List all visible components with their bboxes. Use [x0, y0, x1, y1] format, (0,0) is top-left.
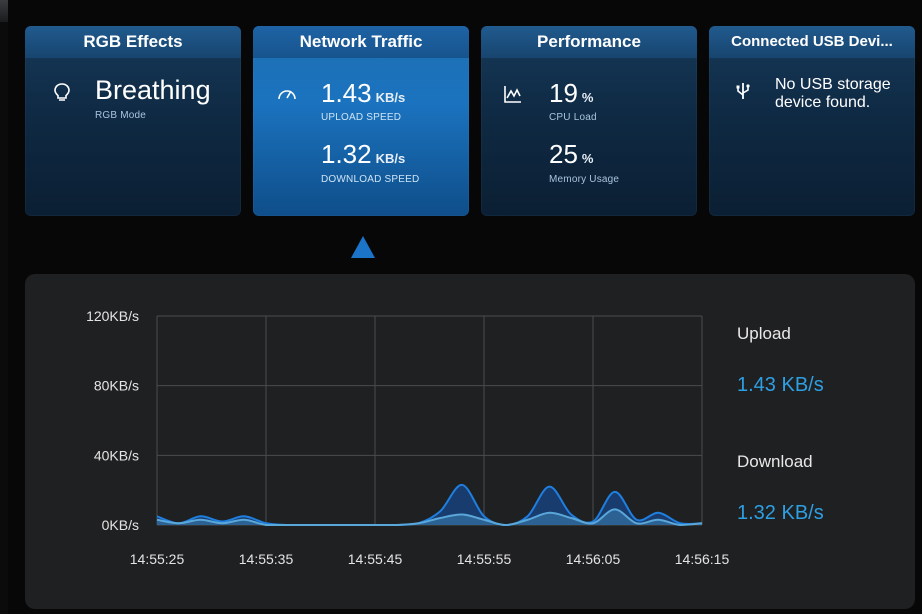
upload-speed-caption: UPLOAD SPEED — [321, 112, 402, 123]
rgb-mode-value: Breathing — [95, 75, 211, 105]
card-usb-devices[interactable]: Connected USB Devi... No USB storage dev… — [709, 26, 915, 216]
network-chart-panel: 14:55:25 14:55:35 14:55:45 14:55:55 14:56:05… — [25, 274, 915, 609]
card-performance-title: Performance — [481, 26, 697, 58]
upload-speed-value: 1.43 — [321, 78, 372, 108]
card-rgb-effects-title: RGB Effects — [25, 26, 241, 58]
x-tick-label: 14:55:35 — [239, 551, 294, 567]
usb-message: No USB storage device found. — [775, 76, 891, 111]
rgb-mode-caption: RGB Mode — [95, 110, 147, 121]
x-tick-label: 14:56:05 — [566, 551, 621, 567]
y-tick-label: 120KB/s — [86, 308, 139, 324]
download-speed-caption: DOWNLOAD SPEED — [321, 174, 420, 185]
x-tick-label: 14:56:15 — [675, 551, 730, 567]
usb-icon — [736, 83, 750, 99]
x-tick-label: 14:55:45 — [348, 551, 403, 567]
active-card-pointer — [351, 236, 375, 258]
speedometer-icon — [278, 90, 296, 100]
legend-upload-value: 1.43 KB/s — [737, 374, 824, 396]
card-network-traffic-title: Network Traffic — [253, 26, 469, 58]
card-network-traffic[interactable]: Network Traffic 1.43 KB/s UPLOAD SPEED 1.… — [253, 26, 469, 216]
memory-usage: 25% — [549, 139, 593, 170]
card-performance[interactable]: Performance 19% CPU Load 25% Memory Usag… — [481, 26, 697, 216]
download-speed-unit: KB/s — [375, 151, 406, 166]
chart-line-icon — [504, 86, 521, 103]
memory-usage-value: 25 — [549, 139, 578, 169]
card-rgb-effects[interactable]: RGB Effects Breathing RGB Mode — [25, 26, 241, 216]
legend-download-label: Download — [737, 452, 813, 471]
download-speed: 1.32 KB/s — [321, 139, 405, 170]
memory-usage-unit: % — [581, 151, 594, 166]
x-tick-label: 14:55:55 — [457, 551, 512, 567]
y-tick-label: 40KB/s — [94, 447, 139, 463]
memory-usage-caption: Memory Usage — [549, 174, 620, 185]
upload-speed: 1.43 KB/s — [321, 78, 405, 109]
lightbulb-icon — [54, 83, 70, 101]
cpu-load-value: 19 — [549, 78, 578, 108]
legend-download-value: 1.32 KB/s — [737, 502, 824, 524]
cpu-load: 19% — [549, 78, 593, 109]
cpu-load-caption: CPU Load — [549, 112, 597, 123]
legend-upload-label: Upload — [737, 324, 791, 343]
cpu-load-unit: % — [581, 90, 594, 105]
card-usb-devices-title: Connected USB Devi... — [709, 26, 915, 58]
y-tick-label: 0KB/s — [102, 517, 139, 533]
download-speed-value: 1.32 — [321, 139, 372, 169]
x-tick-label: 14:55:25 — [130, 551, 185, 567]
y-tick-label: 80KB/s — [94, 378, 139, 394]
upload-speed-unit: KB/s — [375, 90, 406, 105]
